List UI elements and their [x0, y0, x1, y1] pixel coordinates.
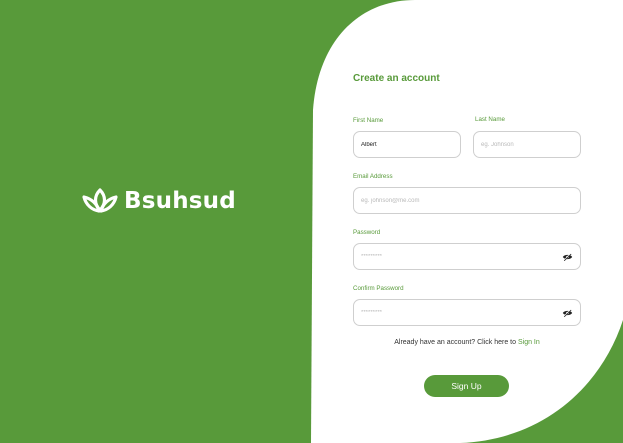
last-name-label: Last Name	[475, 116, 505, 123]
email-input[interactable]	[361, 197, 573, 204]
password-field[interactable]	[353, 243, 581, 270]
password-label: Password	[353, 229, 381, 236]
eye-slash-icon[interactable]	[561, 308, 573, 318]
confirm-password-input[interactable]	[361, 309, 561, 316]
confirm-password-label: Confirm Password	[353, 285, 404, 292]
signin-prompt: Already have an account? Click here to S…	[353, 339, 581, 346]
password-input[interactable]	[361, 253, 561, 260]
email-field[interactable]	[353, 187, 581, 214]
signup-button[interactable]: Sign Up	[424, 375, 509, 397]
first-name-input[interactable]	[361, 141, 453, 148]
eye-slash-icon[interactable]	[561, 252, 573, 262]
confirm-password-field[interactable]	[353, 299, 581, 326]
signup-form: Create an account First Name Last Name E…	[0, 0, 623, 443]
first-name-label: First Name	[353, 117, 384, 124]
form-title: Create an account	[353, 73, 440, 84]
email-label: Email Address	[353, 173, 393, 180]
signin-link[interactable]: Sign In	[518, 339, 540, 346]
first-name-field[interactable]	[353, 131, 461, 158]
last-name-input[interactable]	[481, 141, 573, 148]
signin-prompt-text: Already have an account? Click here to	[394, 339, 518, 346]
last-name-field[interactable]	[473, 131, 581, 158]
